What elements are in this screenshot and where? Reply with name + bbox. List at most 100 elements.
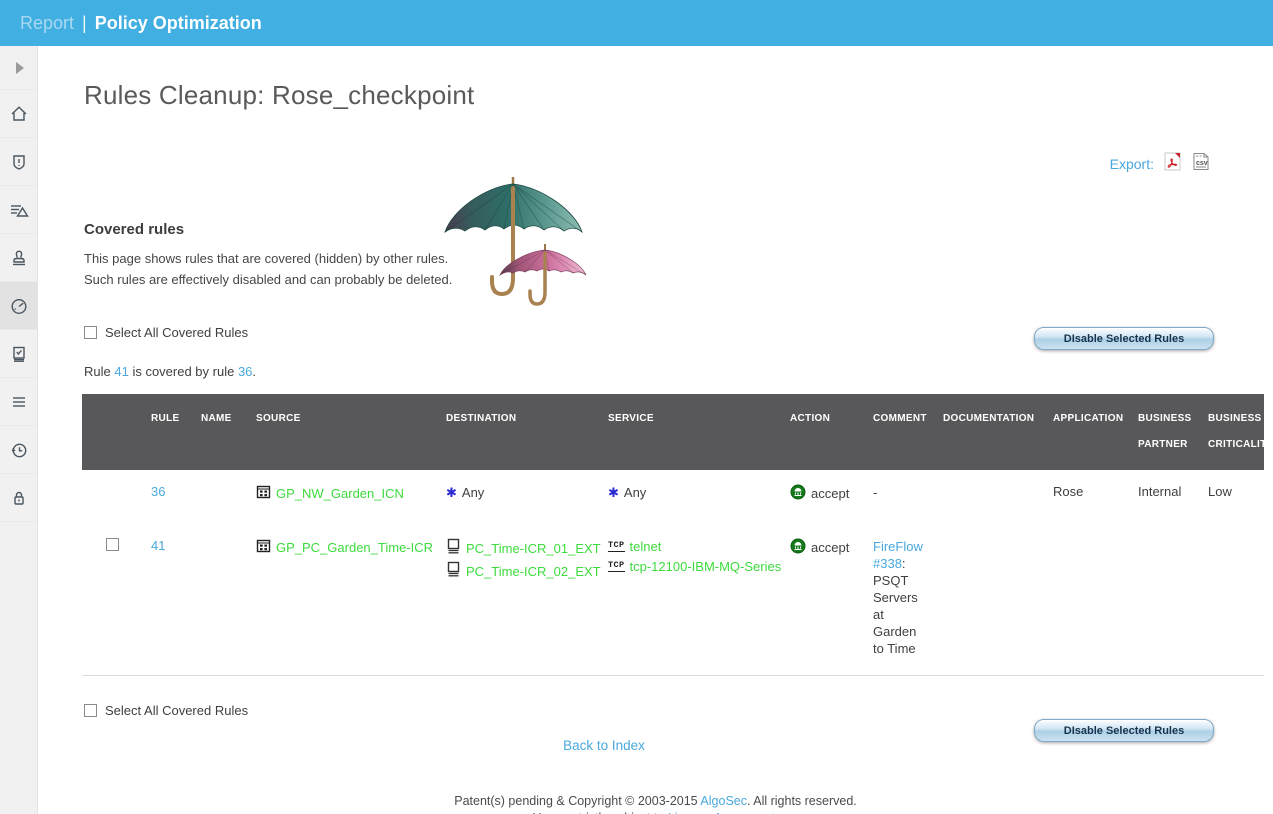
select-all-row-bottom: Select All Covered Rules (84, 703, 248, 718)
header-business-partner: BUSINESS PARTNER (1130, 394, 1200, 470)
disable-selected-rules-button-top[interactable]: DIsable Selected Rules (1034, 327, 1214, 350)
history-clock-icon (9, 440, 29, 460)
disable-selected-rules-button-bottom[interactable]: DIsable Selected Rules (1034, 719, 1214, 742)
rule-41-link[interactable]: 41 (151, 538, 165, 553)
accept-action-icon (790, 538, 806, 557)
sidebar-item-home[interactable] (0, 90, 37, 138)
select-all-label-top: Select All Covered Rules (105, 325, 248, 340)
lines-warning-icon (9, 200, 29, 220)
covered-rules-table: RULE NAME SOURCE DESTINATION SERVICE ACT… (82, 394, 1264, 676)
sidebar-item-risks[interactable] (0, 138, 37, 186)
accept-action-icon (790, 484, 806, 503)
sidebar-item-security[interactable] (0, 474, 37, 522)
sidebar-item-policy-optimization[interactable] (0, 282, 37, 330)
header-action: ACTION (782, 394, 865, 470)
host-icon (446, 538, 461, 558)
documentation-cell (935, 524, 1045, 676)
header-comment: COMMENT (865, 394, 935, 470)
table-header-row: RULE NAME SOURCE DESTINATION SERVICE ACT… (82, 394, 1264, 470)
export-box: Export: csv (1110, 152, 1211, 176)
action-label: accept (811, 540, 849, 555)
documentation-cell (935, 470, 1045, 524)
header-rule: RULE (143, 394, 193, 470)
back-to-index-row: Back to Index (84, 738, 1124, 753)
application-cell: Rose (1045, 470, 1130, 524)
gauge-icon (9, 296, 29, 316)
export-label[interactable]: Export: (1110, 156, 1154, 172)
destination-object: ✱ Any (446, 484, 592, 501)
covering-rule-link[interactable]: 36 (238, 364, 252, 379)
home-icon (9, 104, 29, 124)
service-object-label[interactable]: tcp-12100-IBM-MQ-Series (630, 558, 782, 575)
header-select (82, 394, 143, 470)
topbar-report-label: Report (20, 13, 74, 34)
footer-line-2: Usage strictly subject to License Agreem… (38, 810, 1273, 814)
stamp-icon (9, 248, 29, 268)
service-object: TCP telnet (608, 538, 774, 555)
rule-36-link[interactable]: 36 (151, 484, 165, 499)
sidebar-item-reports[interactable] (0, 330, 37, 378)
row41-select-checkbox[interactable] (106, 538, 119, 551)
destination-object: PC_Time-ICR_02_EXT (446, 561, 592, 581)
service-object: TCP tcp-12100-IBM-MQ-Series (608, 558, 774, 575)
source-object: GP_PC_Garden_Time-ICR (256, 538, 430, 557)
covered-rule-link[interactable]: 41 (114, 364, 128, 379)
action-label: accept (811, 486, 849, 501)
list-icon (9, 392, 29, 412)
pdf-export-icon[interactable] (1164, 152, 1182, 176)
description-line-2: Such rules are effectively disabled and … (84, 269, 1273, 290)
description-line-1: This page shows rules that are covered (… (84, 248, 1273, 269)
select-all-checkbox-top[interactable] (84, 326, 97, 339)
topbar-section-title: Policy Optimization (95, 13, 262, 34)
header-service: SERVICE (600, 394, 782, 470)
table-row: 36 GP_NW_Garden_ICN (82, 470, 1264, 524)
page-footer: Patent(s) pending & Copyright © 2003-201… (38, 793, 1273, 814)
destination-object-label: Any (462, 484, 484, 501)
page-title: Rules Cleanup: Rose_checkpoint (84, 80, 1273, 111)
tcp-protocol-icon: TCP (608, 561, 625, 572)
any-icon: ✱ (608, 486, 619, 499)
coverage-note: Rule 41 is covered by rule 36. (84, 364, 1273, 379)
comment-text: : PSQT Servers at Garden to Time (873, 556, 918, 656)
application-cell (1045, 524, 1130, 676)
group-icon (256, 538, 271, 557)
umbrella-illustration (438, 174, 598, 314)
destination-object-label[interactable]: PC_Time-ICR_01_EXT (466, 540, 601, 557)
lock-icon (9, 488, 29, 508)
sidebar-expand-button[interactable] (0, 46, 37, 90)
comment-cell: FireFlow #338: PSQT Servers at Garden to… (865, 524, 935, 676)
note-middle: is covered by rule (129, 364, 238, 379)
sidebar-item-traffic[interactable] (0, 186, 37, 234)
destination-object-label[interactable]: PC_Time-ICR_02_EXT (466, 563, 601, 580)
business-partner-cell (1130, 524, 1200, 676)
source-object-label[interactable]: GP_NW_Garden_ICN (276, 485, 404, 502)
select-all-label-bottom: Select All Covered Rules (105, 703, 248, 718)
csv-export-icon[interactable]: csv (1192, 152, 1211, 176)
sidebar-item-list[interactable] (0, 378, 37, 426)
main-content: Rules Cleanup: Rose_checkpoint Export: c… (38, 46, 1273, 814)
back-to-index-link[interactable]: Back to Index (563, 738, 645, 753)
fireflow-ticket-link[interactable]: FireFlow #338 (873, 539, 923, 571)
header-name: NAME (193, 394, 248, 470)
source-object-label[interactable]: GP_PC_Garden_Time-ICR (276, 539, 433, 556)
svg-text:csv: csv (1196, 160, 1208, 167)
service-object: ✱ Any (608, 484, 774, 501)
service-object-label[interactable]: telnet (630, 538, 662, 555)
footer-copyright-text: Patent(s) pending & Copyright © 2003-201… (454, 794, 700, 808)
host-icon (446, 561, 461, 581)
header-source: SOURCE (248, 394, 438, 470)
source-object: GP_NW_Garden_ICN (256, 484, 430, 503)
shield-alert-icon (9, 152, 29, 172)
algosec-link[interactable]: AlgoSec (700, 794, 747, 808)
select-all-checkbox-bottom[interactable] (84, 704, 97, 717)
table-row: 41 GP_PC_Garden_Time-ICR (82, 524, 1264, 676)
comment-cell: - (865, 470, 935, 524)
header-destination: DESTINATION (438, 394, 600, 470)
sidebar-item-history[interactable] (0, 426, 37, 474)
covered-rules-description: This page shows rules that are covered (… (84, 248, 1273, 290)
group-icon (256, 484, 271, 503)
covered-rules-heading: Covered rules (84, 221, 1273, 238)
sidebar-item-stamp[interactable] (0, 234, 37, 282)
footer-rights-text: . All rights reserved. (747, 794, 857, 808)
sidebar-nav (0, 46, 38, 814)
